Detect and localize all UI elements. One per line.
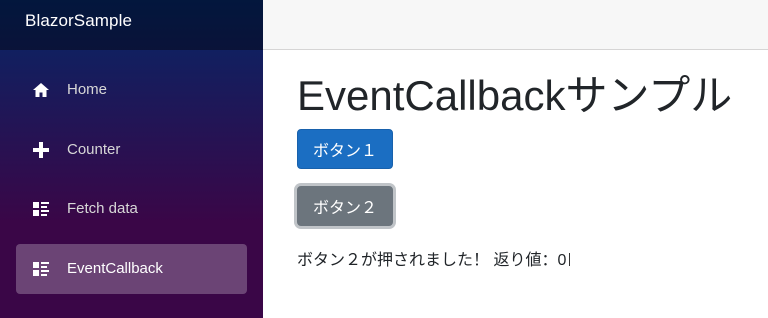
nav-item-label: Counter (67, 140, 121, 158)
sidebar: BlazorSample Home Counter Fetch data Eve… (0, 0, 263, 318)
nav-item-fetch-data[interactable]: Fetch data (16, 184, 247, 234)
button-1[interactable]: ボタン１ (297, 129, 393, 169)
list-icon (33, 261, 49, 276)
home-icon (33, 83, 49, 97)
nav-item-label: Home (67, 81, 108, 98)
nav-item-eventcallback[interactable]: EventCallback (16, 243, 247, 294)
nav-menu: Home Counter Fetch data EventCallback (16, 65, 247, 303)
list-icon (33, 202, 49, 216)
nav-item-label: Fetch data (67, 200, 138, 217)
text-cursor (569, 253, 571, 266)
plus-icon (33, 141, 49, 158)
result-message-text: ボタン２が押されました！ 返り値：0 (297, 252, 567, 269)
nav-item-counter[interactable]: Counter (16, 125, 247, 175)
result-message: ボタン２が押されました！ 返り値：0 (297, 246, 571, 270)
brand-link[interactable]: BlazorSample (25, 11, 132, 31)
nav-item-home[interactable]: Home (16, 65, 247, 115)
button-2[interactable]: ボタン２ (297, 186, 393, 226)
page-title: EventCallbackサンプル (297, 72, 733, 119)
app-root: BlazorSample Home Counter Fetch data Eve… (0, 0, 768, 318)
nav-item-label: EventCallback (67, 259, 163, 277)
brand-bar: BlazorSample (0, 0, 263, 50)
top-bar (263, 0, 768, 50)
